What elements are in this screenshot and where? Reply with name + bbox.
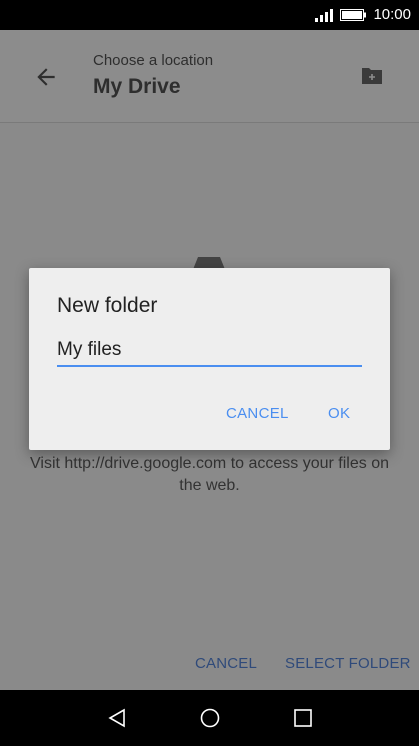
footer-actions: CANCEL SELECT FOLDER: [0, 635, 419, 690]
dialog-cancel-button[interactable]: CANCEL: [226, 405, 289, 422]
nav-home-icon[interactable]: [200, 708, 220, 728]
dialog-title: New folder: [57, 294, 158, 317]
back-arrow-icon[interactable]: [33, 64, 59, 90]
new-folder-icon[interactable]: [360, 66, 384, 86]
battery-icon: [340, 9, 366, 21]
page-title: My Drive: [93, 75, 181, 98]
nav-recents-icon[interactable]: [293, 708, 313, 728]
signal-icon: [315, 9, 333, 22]
new-folder-dialog: New folder CANCEL OK: [29, 268, 390, 450]
empty-message: Visit http://drive.google.com to access …: [30, 455, 389, 494]
navigation-bar: [0, 690, 419, 746]
folder-name-input[interactable]: [57, 335, 362, 367]
app-bar: Choose a location My Drive: [0, 30, 419, 123]
footer-cancel-button[interactable]: CANCEL: [195, 655, 257, 672]
select-folder-button[interactable]: SELECT FOLDER: [285, 655, 411, 672]
location-subtitle: Choose a location: [93, 52, 214, 69]
dialog-ok-button[interactable]: OK: [328, 405, 350, 422]
nav-back-icon[interactable]: [107, 708, 127, 728]
status-time: 10:00: [373, 6, 411, 23]
status-bar: 10:00: [0, 0, 419, 30]
